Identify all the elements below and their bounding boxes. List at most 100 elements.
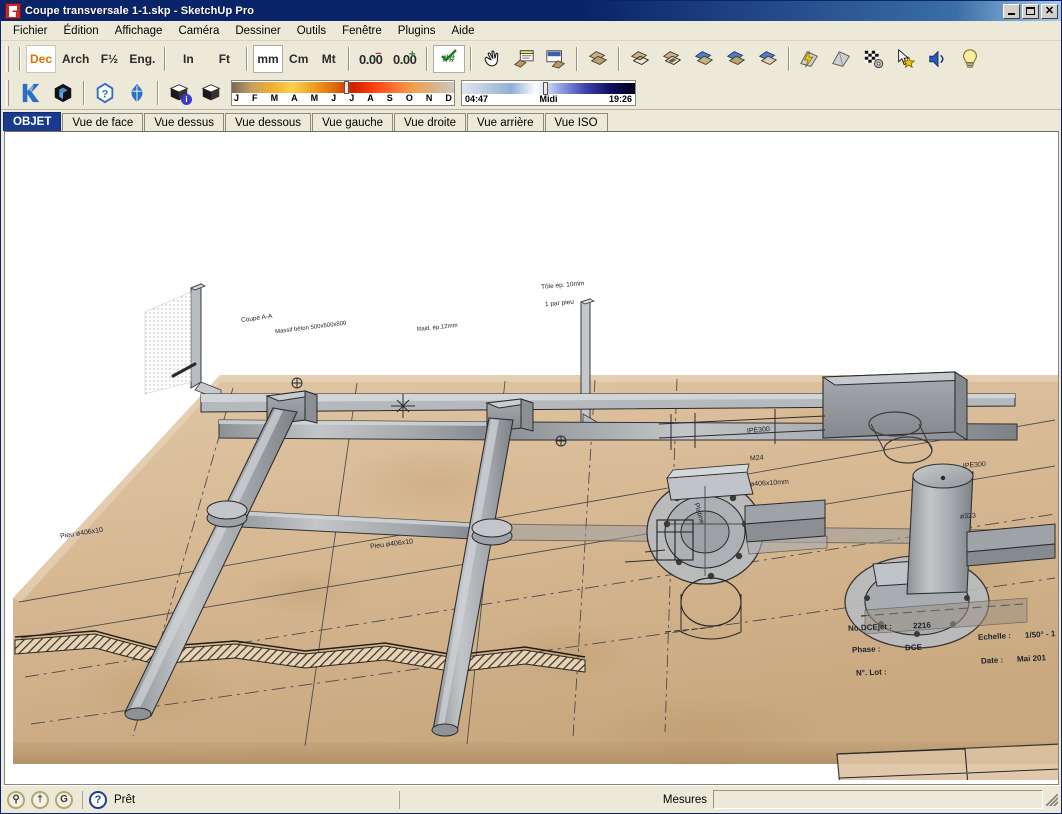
time-slider-track[interactable] — [462, 81, 635, 95]
credits-icon[interactable]: G — [55, 790, 73, 809]
toolbar-area: Dec Arch F½ Eng. In Ft mm Cm Mt 0.00 − 0… — [1, 41, 1061, 110]
toolbar-units: Dec Arch F½ Eng. In Ft mm Cm Mt 0.00 − 0… — [1, 41, 1061, 77]
measurements-input[interactable] — [713, 790, 1044, 809]
layer-wireframe-icon[interactable] — [625, 45, 655, 73]
select-star-glyph — [897, 48, 916, 69]
separator — [164, 47, 167, 71]
render-settings-glyph — [864, 50, 883, 69]
time-slider-labels: 04:47 Midi 19:26 — [462, 94, 635, 104]
menu-aide[interactable]: Aide — [444, 23, 483, 39]
render-settings-icon[interactable] — [859, 45, 889, 73]
toolbar-grip[interactable] — [6, 46, 12, 72]
layer-hidden-line-icon[interactable] — [657, 45, 687, 73]
entity-info-glyph — [513, 50, 534, 68]
resize-grip[interactable] — [1046, 793, 1059, 806]
render-glyph — [831, 51, 850, 67]
toolbar-grip[interactable] — [6, 80, 12, 106]
separator — [347, 47, 350, 71]
month-label-f: F — [252, 93, 258, 103]
entity-info-icon[interactable] — [509, 45, 539, 73]
unit-millimeters-button[interactable]: mm — [253, 45, 283, 73]
person-icon[interactable]: † — [31, 790, 49, 809]
pan-hand-icon[interactable] — [477, 45, 507, 73]
view-tab-bar: OBJET Vue de face Vue dessus Vue dessous… — [1, 110, 1061, 131]
time-end-label: 19:26 — [608, 93, 632, 104]
tab-vue-de-face[interactable]: Vue de face — [62, 113, 144, 131]
model-3d-scene — [5, 132, 1058, 780]
menu-dessiner[interactable]: Dessiner — [227, 23, 288, 39]
month-label-s: S — [386, 93, 393, 103]
help-circle-icon[interactable]: ? — [89, 790, 107, 809]
render-lightning-icon[interactable] — [795, 45, 825, 73]
tab-vue-gauche[interactable]: Vue gauche — [312, 113, 394, 131]
group-icon[interactable] — [583, 45, 613, 73]
time-slider[interactable]: 04:47 Midi 19:26 — [461, 80, 636, 106]
unit-feet-button[interactable]: Ft — [207, 45, 241, 73]
menu-camera[interactable]: Caméra — [170, 23, 227, 39]
layer-monochrome-icon[interactable] — [753, 45, 783, 73]
time-slider-knob[interactable] — [543, 81, 549, 95]
month-slider-knob[interactable] — [344, 81, 350, 94]
help-hex-glyph: ? — [96, 82, 114, 104]
menu-edition[interactable]: Édition — [56, 23, 107, 39]
render-icon[interactable] — [827, 45, 857, 73]
menu-outils[interactable]: Outils — [289, 23, 334, 39]
kerkythea-k-glyph — [22, 83, 40, 103]
render-lightning-glyph — [799, 50, 818, 68]
shadow-glyph — [201, 84, 221, 101]
kerkythea-k-icon[interactable] — [16, 79, 46, 107]
unit-fractional-button[interactable]: F½ — [95, 45, 123, 73]
layer-texture-glyph — [726, 51, 745, 66]
model-canvas[interactable]: Pieu ø406x10 Pieu ø406x10 M24 ø406x10mm … — [5, 132, 1058, 784]
snap-toggle-button[interactable]: ## — [432, 45, 465, 73]
geo-location-icon[interactable]: ⚲ — [7, 790, 25, 809]
month-label-j1: J — [234, 93, 240, 103]
separator — [157, 81, 159, 105]
materials-icon[interactable] — [541, 45, 571, 73]
menu-affichage[interactable]: Affichage — [107, 23, 171, 39]
month-slider-labels: J F M A M J J A S O N D — [232, 93, 454, 104]
unit-engineering-button[interactable]: Eng. — [125, 45, 159, 73]
lightbulb-icon[interactable] — [955, 45, 985, 73]
precision-decrease-button[interactable]: 0.00 − — [355, 45, 387, 73]
measurements-label: Mesures — [662, 793, 708, 806]
unit-architectural-button[interactable]: Arch — [58, 45, 93, 73]
shadow-icon[interactable] — [196, 79, 226, 107]
sound-icon[interactable] — [923, 45, 953, 73]
select-star-icon[interactable] — [891, 45, 921, 73]
model-viewport[interactable]: Pieu ø406x10 Pieu ø406x10 M24 ø406x10mm … — [4, 131, 1059, 785]
shadow-info-icon[interactable]: i — [164, 79, 194, 107]
separator — [398, 790, 400, 809]
layer-texture-icon[interactable] — [721, 45, 751, 73]
help-hex-icon[interactable]: ? — [90, 79, 120, 107]
menu-fichier[interactable]: Fichier — [5, 23, 56, 39]
close-button[interactable]: ✕ — [1041, 3, 1058, 19]
tab-vue-dessus[interactable]: Vue dessus — [144, 113, 224, 131]
tab-vue-dessous[interactable]: Vue dessous — [224, 113, 312, 131]
month-label-j2: J — [331, 93, 337, 103]
sketchup-icon — [5, 3, 21, 19]
unit-decimal-button[interactable]: Dec — [26, 45, 57, 73]
menu-plugins[interactable]: Plugins — [390, 23, 444, 39]
month-label-m2: M — [310, 93, 319, 103]
unit-inches-button[interactable]: In — [171, 45, 205, 73]
unit-meters-button[interactable]: Mt — [315, 45, 343, 73]
tab-vue-droite[interactable]: Vue droite — [394, 113, 467, 131]
menu-bar: Fichier Édition Affichage Caméra Dessine… — [1, 21, 1061, 41]
tab-vue-arriere[interactable]: Vue arrière — [467, 113, 544, 131]
month-slider-track[interactable] — [232, 81, 454, 94]
month-slider[interactable]: J F M A M J J A S O N D — [231, 80, 455, 106]
tab-objet[interactable]: OBJET — [3, 112, 62, 131]
precision-increase-button[interactable]: 0.00 + — [389, 45, 421, 73]
separator — [246, 47, 249, 71]
layer-hidden-line-glyph — [662, 51, 681, 66]
layer-shaded-icon[interactable] — [689, 45, 719, 73]
minimize-button[interactable] — [1003, 3, 1020, 19]
plugin-ornament-icon[interactable] — [122, 79, 152, 107]
tab-vue-iso[interactable]: Vue ISO — [544, 113, 608, 131]
menu-fenetre[interactable]: Fenêtre — [334, 23, 390, 39]
maximize-button[interactable] — [1022, 3, 1039, 19]
cube-3d-icon[interactable] — [48, 79, 78, 107]
unit-centimeters-button[interactable]: Cm — [285, 45, 313, 73]
time-start-label: 04:47 — [465, 93, 489, 104]
